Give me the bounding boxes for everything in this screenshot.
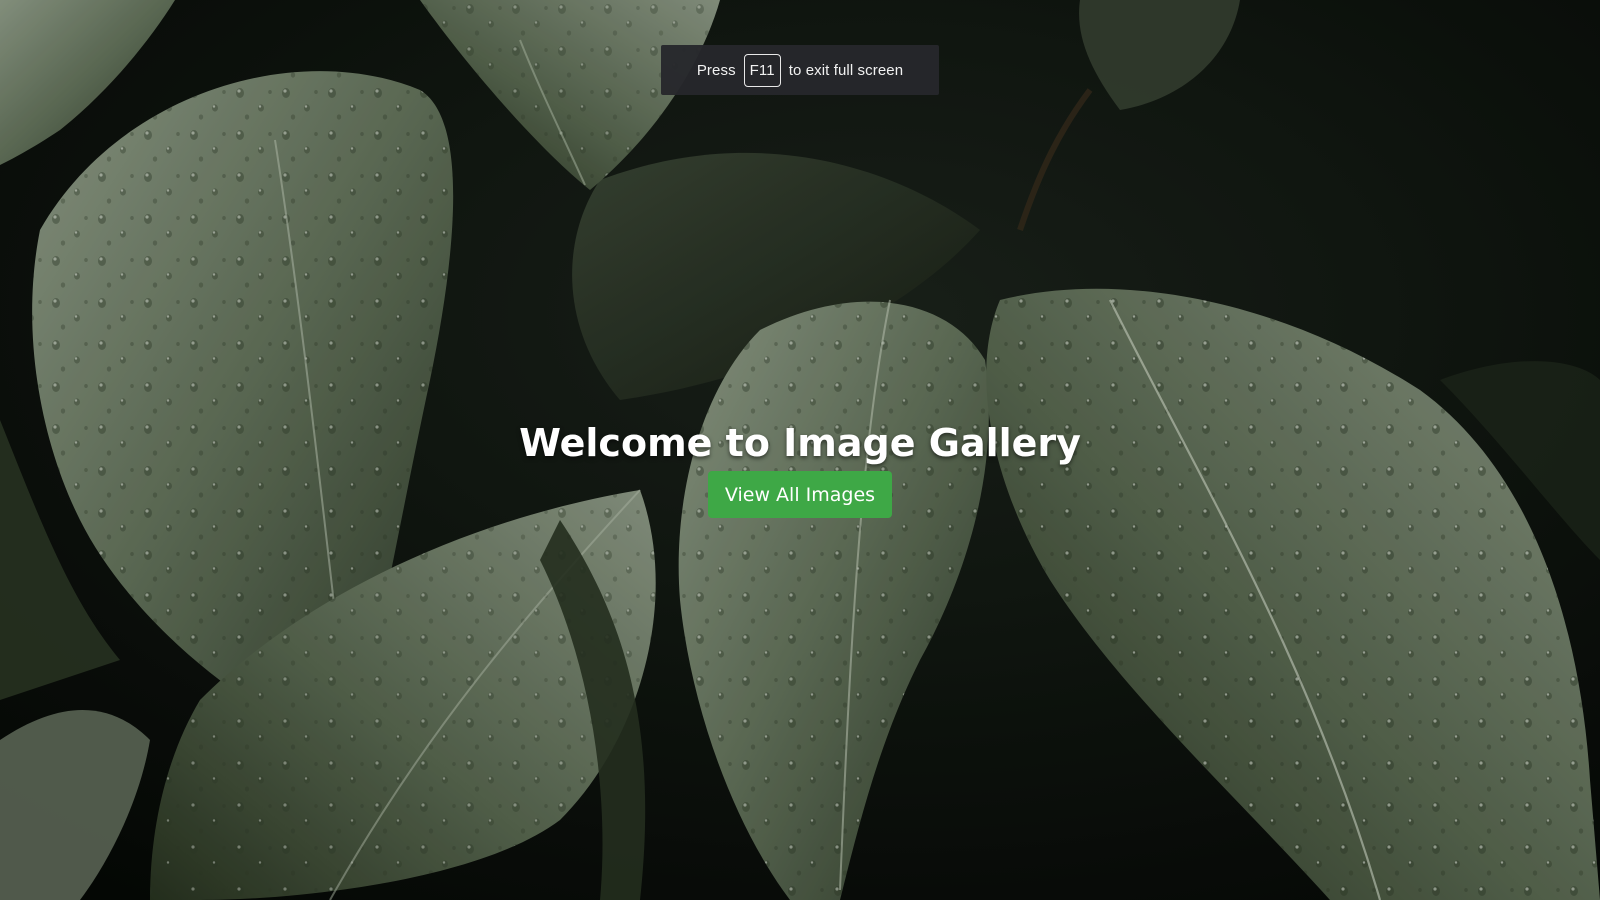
hero-title: Welcome to Image Gallery — [519, 421, 1081, 465]
hero-content: Welcome to Image Gallery View All Images — [0, 415, 1600, 518]
fullscreen-exit-notice: Press F11 to exit full screen — [661, 45, 939, 95]
view-all-images-button[interactable]: View All Images — [707, 471, 893, 518]
f11-key-badge: F11 — [743, 53, 781, 87]
fullscreen-notice-prefix: Press — [696, 61, 736, 79]
gallery-landing-page: Press F11 to exit full screen Welcome to… — [0, 0, 1600, 900]
fullscreen-notice-suffix: to exit full screen — [788, 61, 904, 79]
